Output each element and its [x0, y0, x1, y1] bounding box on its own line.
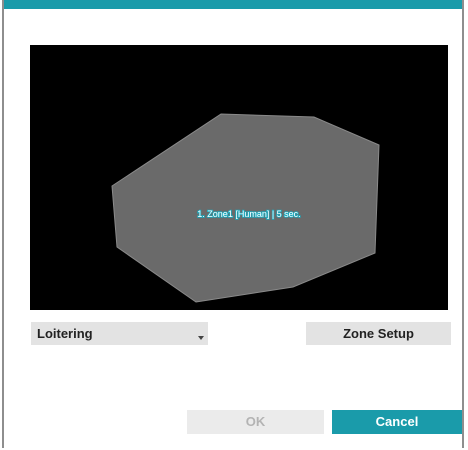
zone-overlay: 1. Zone1 [Human] | 5 sec. [111, 113, 380, 303]
event-type-selected: Loitering [37, 326, 93, 341]
title-bar [4, 0, 462, 9]
ok-button[interactable]: OK [187, 410, 324, 434]
chevron-down-icon [198, 336, 204, 340]
video-preview[interactable]: 1. Zone1 [Human] | 5 sec. [30, 45, 448, 310]
zone-label: 1. Zone1 [Human] | 5 sec. [197, 209, 300, 219]
event-type-dropdown[interactable]: Loitering [31, 322, 208, 345]
dialog: 1. Zone1 [Human] | 5 sec. Loitering Zone… [2, 0, 464, 448]
cancel-button[interactable]: Cancel [332, 410, 462, 434]
detection-zone-polygon[interactable] [111, 113, 380, 303]
zone-setup-button[interactable]: Zone Setup [306, 322, 451, 345]
